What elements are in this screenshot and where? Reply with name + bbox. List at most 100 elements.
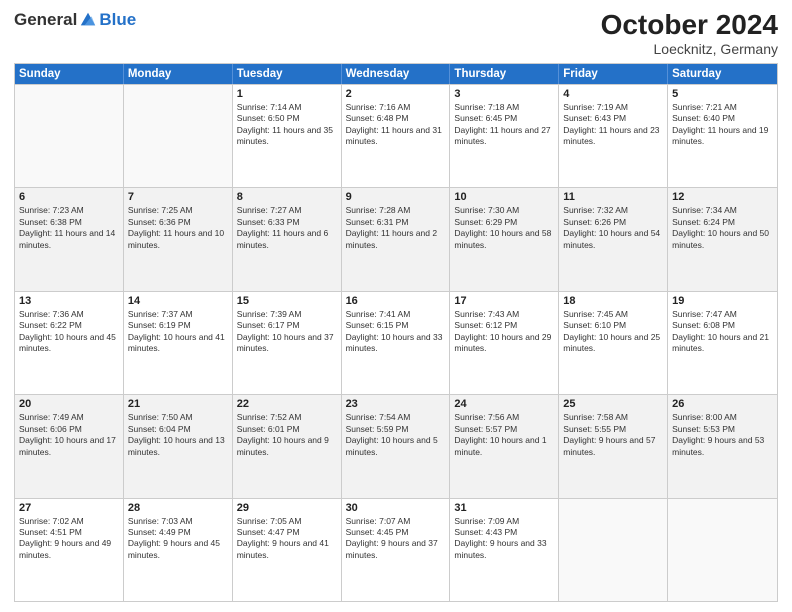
calendar-cell: 21Sunrise: 7:50 AM Sunset: 6:04 PM Dayli… — [124, 395, 233, 497]
day-number: 29 — [237, 502, 337, 514]
day-number: 4 — [563, 88, 663, 100]
cell-info: Sunrise: 7:41 AM Sunset: 6:15 PM Dayligh… — [346, 309, 446, 355]
calendar-cell: 28 Sunrise: 7:03 AM Sunset: 4:49 PM Dayli… — [124, 499, 233, 601]
calendar-cell: 6 Sunrise: 7:23 AM Sunset: 6:38 PM Daylig… — [15, 188, 124, 290]
calendar-cell: 17 Sunrise: 7:43 AM Sunset: 6:12 PM Dayli… — [450, 292, 559, 394]
cell-info: Sunrise: 7:47 AM Sunset: 6:08 PM Dayligh… — [672, 309, 773, 355]
calendar-cell: 22Sunrise: 7:52 AM Sunset: 6:01 PM Dayli… — [233, 395, 342, 497]
cell-info: Sunrise: 7:39 AM Sunset: 6:17 PM Dayligh… — [237, 309, 337, 355]
calendar-cell: 19Sunrise: 7:47 AM Sunset: 6:08 PM Dayli… — [668, 292, 777, 394]
day-number: 9 — [346, 191, 446, 203]
day-number: 6 — [19, 191, 119, 203]
day-number: 23 — [346, 398, 446, 410]
calendar-cell: 1 Sunrise: 7:14 AM Sunset: 6:50 PM Daylig… — [233, 85, 342, 187]
calendar-cell: 31Sunrise: 7:09 AM Sunset: 4:43 PM Dayli… — [450, 499, 559, 601]
calendar-cell: 15 Sunrise: 7:39 AM Sunset: 6:17 PM Dayli… — [233, 292, 342, 394]
logo-icon — [79, 11, 97, 29]
day-number: 22 — [237, 398, 337, 410]
calendar-cell: 20 Sunrise: 7:49 AM Sunset: 6:06 PM Dayli… — [15, 395, 124, 497]
day-number: 8 — [237, 191, 337, 203]
calendar-cell: 25 Sunrise: 7:58 AM Sunset: 5:55 PM Dayli… — [559, 395, 668, 497]
calendar-header-row: SundayMondayTuesdayWednesdayThursdayFrid… — [15, 64, 777, 84]
day-number: 5 — [672, 88, 773, 100]
calendar-cell: 24 Sunrise: 7:56 AM Sunset: 5:57 PM Dayli… — [450, 395, 559, 497]
cell-info: Sunrise: 7:07 AM Sunset: 4:45 PM Dayligh… — [346, 516, 446, 562]
calendar-header-cell: Sunday — [15, 64, 124, 84]
calendar-cell: 8 Sunrise: 7:27 AM Sunset: 6:33 PM Daylig… — [233, 188, 342, 290]
day-number: 28 — [128, 502, 228, 514]
logo-area: General Blue — [14, 10, 136, 30]
page: General Blue October 2024 Loecknitz, Ger… — [0, 0, 792, 612]
calendar-week-row: 13 Sunrise: 7:36 AM Sunset: 6:22 PM Dayli… — [15, 291, 777, 394]
cell-info: Sunrise: 7:18 AM Sunset: 6:45 PM Dayligh… — [454, 102, 554, 148]
cell-info: Sunrise: 7:14 AM Sunset: 6:50 PM Dayligh… — [237, 102, 337, 148]
calendar-cell — [668, 499, 777, 601]
calendar-cell: 16 Sunrise: 7:41 AM Sunset: 6:15 PM Dayli… — [342, 292, 451, 394]
month-title: October 2024 — [601, 10, 778, 41]
cell-info: Sunrise: 7:03 AM Sunset: 4:49 PM Dayligh… — [128, 516, 228, 562]
cell-info: Sunrise: 7:25 AM Sunset: 6:36 PM Dayligh… — [128, 205, 228, 251]
logo-general-text: General — [14, 10, 77, 30]
calendar-week-row: 20 Sunrise: 7:49 AM Sunset: 6:06 PM Dayli… — [15, 394, 777, 497]
cell-info: Sunrise: 7:58 AM Sunset: 5:55 PM Dayligh… — [563, 412, 663, 458]
day-number: 1 — [237, 88, 337, 100]
cell-info: Sunrise: 7:32 AM Sunset: 6:26 PM Dayligh… — [563, 205, 663, 251]
day-number: 27 — [19, 502, 119, 514]
day-number: 15 — [237, 295, 337, 307]
calendar: SundayMondayTuesdayWednesdayThursdayFrid… — [14, 63, 778, 602]
calendar-cell: 4 Sunrise: 7:19 AM Sunset: 6:43 PM Daylig… — [559, 85, 668, 187]
header: General Blue October 2024 Loecknitz, Ger… — [14, 10, 778, 57]
calendar-cell — [124, 85, 233, 187]
day-number: 20 — [19, 398, 119, 410]
calendar-cell: 26 Sunrise: 8:00 AM Sunset: 5:53 PM Dayli… — [668, 395, 777, 497]
calendar-cell: 5 Sunrise: 7:21 AM Sunset: 6:40 PM Daylig… — [668, 85, 777, 187]
day-number: 25 — [563, 398, 663, 410]
day-number: 14 — [128, 295, 228, 307]
calendar-week-row: 1 Sunrise: 7:14 AM Sunset: 6:50 PM Daylig… — [15, 84, 777, 187]
calendar-body: 1 Sunrise: 7:14 AM Sunset: 6:50 PM Daylig… — [15, 84, 777, 601]
cell-info: Sunrise: 7:21 AM Sunset: 6:40 PM Dayligh… — [672, 102, 773, 148]
calendar-cell: 7Sunrise: 7:25 AM Sunset: 6:36 PM Daylig… — [124, 188, 233, 290]
calendar-header-cell: Saturday — [668, 64, 777, 84]
calendar-header-cell: Monday — [124, 64, 233, 84]
calendar-cell: 23 Sunrise: 7:54 AM Sunset: 5:59 PM Dayli… — [342, 395, 451, 497]
day-number: 30 — [346, 502, 446, 514]
calendar-cell: 2 Sunrise: 7:16 AM Sunset: 6:48 PM Daylig… — [342, 85, 451, 187]
cell-info: Sunrise: 7:49 AM Sunset: 6:06 PM Dayligh… — [19, 412, 119, 458]
day-number: 10 — [454, 191, 554, 203]
day-number: 17 — [454, 295, 554, 307]
calendar-cell: 14Sunrise: 7:37 AM Sunset: 6:19 PM Dayli… — [124, 292, 233, 394]
calendar-cell: 12Sunrise: 7:34 AM Sunset: 6:24 PM Dayli… — [668, 188, 777, 290]
cell-info: Sunrise: 7:56 AM Sunset: 5:57 PM Dayligh… — [454, 412, 554, 458]
day-number: 16 — [346, 295, 446, 307]
day-number: 13 — [19, 295, 119, 307]
logo-blue-text: Blue — [99, 10, 136, 30]
cell-info: Sunrise: 7:43 AM Sunset: 6:12 PM Dayligh… — [454, 309, 554, 355]
day-number: 26 — [672, 398, 773, 410]
calendar-cell: 18Sunrise: 7:45 AM Sunset: 6:10 PM Dayli… — [559, 292, 668, 394]
day-number: 21 — [128, 398, 228, 410]
cell-info: Sunrise: 7:19 AM Sunset: 6:43 PM Dayligh… — [563, 102, 663, 148]
calendar-cell — [559, 499, 668, 601]
calendar-header-cell: Wednesday — [342, 64, 451, 84]
cell-info: Sunrise: 7:34 AM Sunset: 6:24 PM Dayligh… — [672, 205, 773, 251]
calendar-header-cell: Thursday — [450, 64, 559, 84]
calendar-week-row: 6 Sunrise: 7:23 AM Sunset: 6:38 PM Daylig… — [15, 187, 777, 290]
cell-info: Sunrise: 7:36 AM Sunset: 6:22 PM Dayligh… — [19, 309, 119, 355]
cell-info: Sunrise: 8:00 AM Sunset: 5:53 PM Dayligh… — [672, 412, 773, 458]
location-title: Loecknitz, Germany — [601, 41, 778, 57]
cell-info: Sunrise: 7:09 AM Sunset: 4:43 PM Dayligh… — [454, 516, 554, 562]
calendar-cell: 29Sunrise: 7:05 AM Sunset: 4:47 PM Dayli… — [233, 499, 342, 601]
day-number: 24 — [454, 398, 554, 410]
cell-info: Sunrise: 7:27 AM Sunset: 6:33 PM Dayligh… — [237, 205, 337, 251]
calendar-cell: 30 Sunrise: 7:07 AM Sunset: 4:45 PM Dayli… — [342, 499, 451, 601]
calendar-header-cell: Tuesday — [233, 64, 342, 84]
calendar-cell: 10Sunrise: 7:30 AM Sunset: 6:29 PM Dayli… — [450, 188, 559, 290]
calendar-cell — [15, 85, 124, 187]
cell-info: Sunrise: 7:54 AM Sunset: 5:59 PM Dayligh… — [346, 412, 446, 458]
calendar-week-row: 27Sunrise: 7:02 AM Sunset: 4:51 PM Dayli… — [15, 498, 777, 601]
day-number: 2 — [346, 88, 446, 100]
cell-info: Sunrise: 7:23 AM Sunset: 6:38 PM Dayligh… — [19, 205, 119, 251]
cell-info: Sunrise: 7:28 AM Sunset: 6:31 PM Dayligh… — [346, 205, 446, 251]
cell-info: Sunrise: 7:16 AM Sunset: 6:48 PM Dayligh… — [346, 102, 446, 148]
